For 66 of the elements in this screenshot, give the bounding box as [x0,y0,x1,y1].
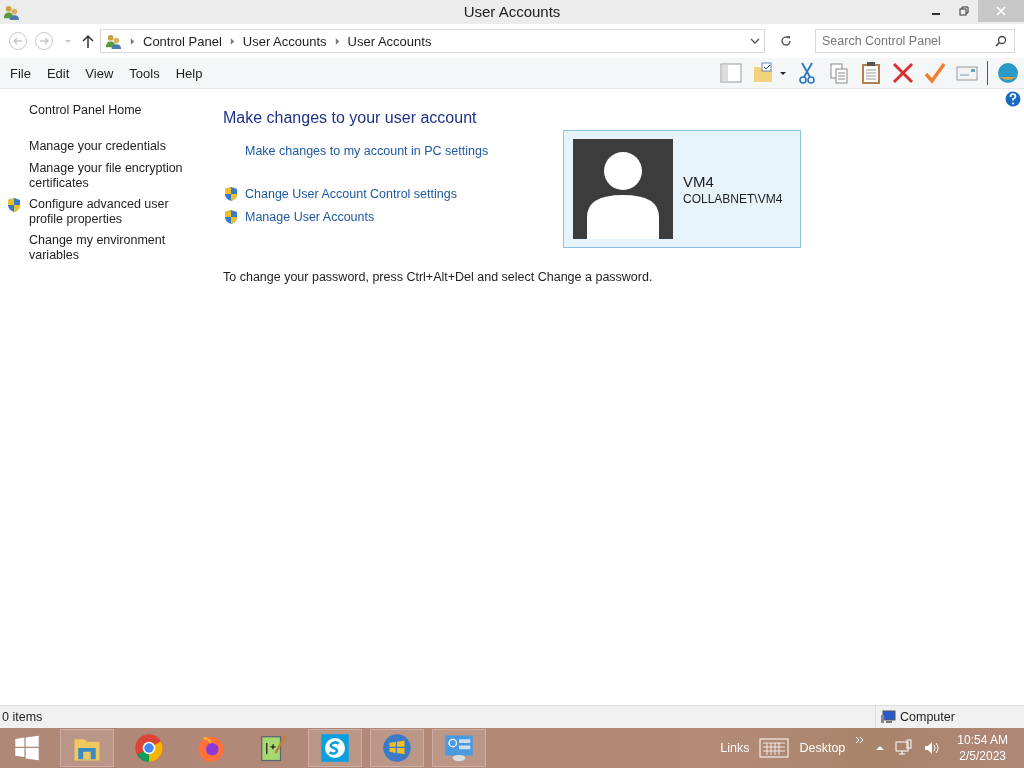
back-icon[interactable] [8,31,28,51]
taskbar-app[interactable] [60,729,114,767]
close-icon [996,6,1006,16]
chevron-icon[interactable] [229,37,235,45]
shield-icon [6,197,22,213]
users-icon [3,3,20,21]
chevron-icon[interactable] [130,37,135,45]
restore-icon [959,6,969,16]
breadcrumb-item[interactable]: User Accounts [347,33,432,49]
menu-item[interactable]: Edit [46,65,70,81]
sidebar-link[interactable]: Control Panel Home [29,103,142,118]
minimize-icon [932,13,940,15]
users-icon [105,32,122,50]
dropdown-icon[interactable] [750,37,760,45]
zone-label: Computer [900,710,955,724]
menu-item[interactable]: Help [175,65,203,81]
account-domain: COLLABNET\VM4 [683,191,783,206]
page-heading: Make changes to your user account [223,109,478,127]
shield-icon [223,185,239,202]
windows-start-icon[interactable] [14,735,40,761]
checkmark-icon[interactable] [923,61,947,85]
window-title: User Accounts [462,3,562,20]
task-link[interactable]: Change User Account Control settings [245,186,457,201]
sidebar-link[interactable]: Manage your file encryption certificates [29,161,189,191]
refresh-icon[interactable] [779,34,793,48]
password-note: To change your password, press Ctrl+Alt+Del and select Change a password. [223,270,654,284]
account-name: VM4 [683,172,715,190]
status-text: 0 items [2,710,43,724]
taskbar-app[interactable] [432,729,486,767]
copy-icon[interactable] [827,61,851,85]
skype-icon [320,733,350,763]
user-avatar-icon [573,139,673,239]
sidebar-link[interactable]: Manage your credentials [29,139,166,154]
delete-icon[interactable] [891,61,915,85]
address-bar[interactable]: Control Panel User Accounts User Accounts [100,29,765,53]
control-panel-icon [444,733,474,763]
search-icon [995,35,1007,47]
clipboard-icon[interactable] [859,61,883,85]
menu-item[interactable]: Tools [129,65,160,81]
shield-icon [223,208,239,225]
sidebar-link[interactable]: Change my environment variables [29,233,189,263]
breadcrumb-item[interactable]: User Accounts [242,33,327,49]
globe-icon[interactable] [996,61,1020,85]
taskbar-app[interactable] [308,729,362,767]
layout-icon[interactable] [719,61,743,85]
computer-icon [880,709,896,725]
up-arrow-icon[interactable] [82,34,94,48]
notepad-icon [258,733,288,763]
network-icon[interactable] [895,739,914,757]
breadcrumb-item[interactable]: Control Panel [143,33,222,49]
caret-icon[interactable] [779,69,787,77]
help-icon[interactable] [1005,91,1021,107]
menu-item[interactable]: View [85,65,114,81]
task-link[interactable]: Manage User Accounts [245,209,375,224]
taskbar-app[interactable] [370,729,424,767]
chevron-icon[interactable] [855,736,866,744]
chrome-icon [134,733,164,763]
show-hidden-icon[interactable] [875,744,886,752]
sidebar-link[interactable]: Configure advanced user profile properties [29,197,189,227]
task-link[interactable]: Make changes to my account in PC settings [245,143,489,158]
search-field[interactable]: Search Control Panel [815,29,1015,53]
forward-icon[interactable] [34,31,54,51]
menu-item[interactable]: File [10,65,31,81]
windows-orb-icon [382,733,412,763]
chevron-icon[interactable] [334,37,340,45]
keyboard-icon[interactable] [759,738,790,758]
